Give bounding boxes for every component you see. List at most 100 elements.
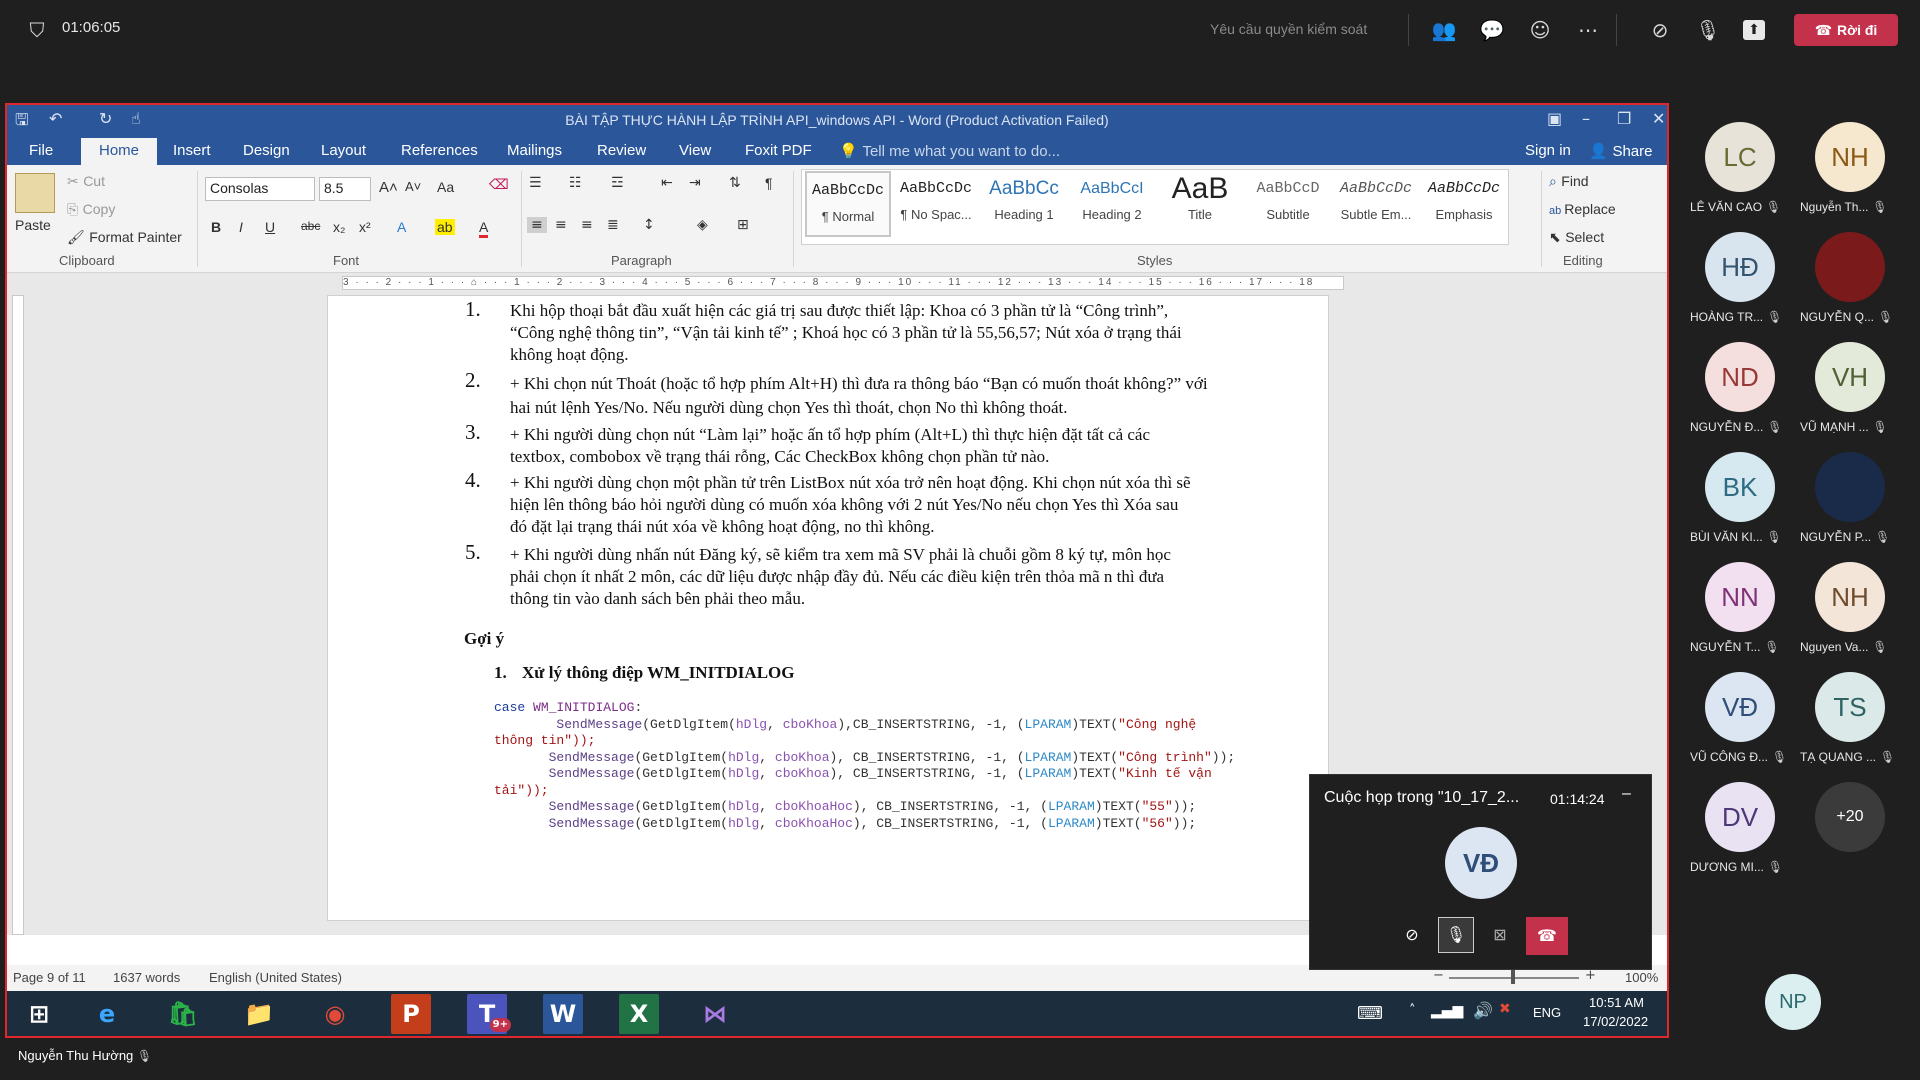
text-effects-icon[interactable]: A: [397, 219, 406, 235]
style-normal[interactable]: AaBbCcDc ¶ Normal: [805, 171, 891, 237]
participant-avatar[interactable]: TS: [1815, 672, 1885, 742]
shading-icon[interactable]: ◈: [697, 217, 708, 233]
leave-button[interactable]: ☎ Rời đi: [1794, 14, 1898, 46]
request-control-button[interactable]: Yêu cầu quyền kiểm soát: [1210, 21, 1367, 37]
copy-button[interactable]: ⎘ Copy: [67, 201, 115, 218]
restore-icon[interactable]: ❐: [1617, 109, 1631, 128]
clock-date[interactable]: 17/02/2022: [1583, 1014, 1648, 1029]
participant-avatar[interactable]: LC: [1705, 122, 1775, 192]
paste-icon[interactable]: [15, 173, 55, 213]
align-right-icon[interactable]: ≡: [581, 217, 593, 233]
decrease-indent-icon[interactable]: ⇤: [661, 175, 673, 191]
style-heading-2[interactable]: AaBbCcI Heading 2: [1069, 171, 1155, 237]
participant-avatar[interactable]: [1815, 232, 1885, 302]
shrink-font-icon[interactable]: A˅: [405, 179, 421, 194]
style-heading-1[interactable]: AaBbCc Heading 1: [981, 171, 1067, 237]
subscript-icon[interactable]: x₂: [333, 219, 345, 235]
tab-layout[interactable]: Layout: [321, 142, 366, 159]
font-size-select[interactable]: 8.5: [319, 177, 371, 201]
style-no-spacing[interactable]: AaBbCcDc ¶ No Spac...: [893, 171, 979, 237]
zoom-slider-thumb[interactable]: [1511, 970, 1515, 984]
tell-me-box[interactable]: 💡 Tell me what you want to do...: [839, 142, 1060, 160]
zoom-in-icon[interactable]: +: [1585, 968, 1596, 983]
font-color-icon[interactable]: A: [479, 219, 489, 238]
underline-icon[interactable]: U: [265, 219, 275, 235]
cut-button[interactable]: ✂ Cut: [67, 173, 105, 190]
touch-mode-icon[interactable]: ☝: [131, 109, 141, 128]
floating-call-window[interactable]: Cuộc họp trong "10_17_2... 01:14:24 – VĐ…: [1309, 774, 1652, 970]
start-icon[interactable]: ⊞: [11, 994, 67, 1034]
tab-design[interactable]: Design: [243, 142, 290, 159]
warning-icon[interactable]: ✖: [1499, 1001, 1511, 1017]
sort-icon[interactable]: ⇅: [729, 175, 741, 191]
more-options-icon[interactable]: ⋯: [1574, 16, 1602, 44]
hang-up-icon[interactable]: ☎: [1526, 917, 1568, 955]
ribbon-display-icon[interactable]: ▣: [1547, 109, 1562, 128]
edge-icon[interactable]: e: [79, 994, 135, 1034]
participant-avatar[interactable]: VH: [1815, 342, 1885, 412]
numbering-icon[interactable]: ☷: [569, 175, 582, 191]
style-subtitle[interactable]: AaBbCcD Subtitle: [1245, 171, 1331, 237]
reactions-icon[interactable]: ☺: [1526, 16, 1554, 44]
find-button[interactable]: ⌕ Find: [1549, 173, 1589, 190]
line-spacing-icon[interactable]: ↕: [643, 217, 655, 233]
participant-avatar[interactable]: NH: [1815, 122, 1885, 192]
tab-mailings[interactable]: Mailings: [507, 142, 562, 159]
camera-off-icon[interactable]: ⊘: [1394, 917, 1430, 953]
participant-avatar[interactable]: HĐ: [1705, 232, 1775, 302]
file-explorer-icon[interactable]: 📁: [231, 994, 287, 1034]
justify-icon[interactable]: ≣: [607, 217, 619, 233]
redo-icon[interactable]: ↻: [99, 109, 112, 128]
italic-icon[interactable]: I: [239, 219, 243, 235]
save-icon[interactable]: 🖫: [15, 109, 29, 136]
participant-avatar[interactable]: [1815, 452, 1885, 522]
highlight-icon[interactable]: ab: [435, 219, 455, 235]
stop-share-icon[interactable]: ⊠: [1482, 917, 1518, 953]
participant-avatar[interactable]: NN: [1705, 562, 1775, 632]
tray-arrow-icon[interactable]: ˄: [1409, 1003, 1416, 1018]
participant-avatar[interactable]: DV: [1705, 782, 1775, 852]
word-icon[interactable]: W: [543, 994, 583, 1034]
minimize-icon[interactable]: –: [1582, 109, 1590, 128]
camera-off-icon[interactable]: ⊘: [1646, 16, 1674, 44]
superscript-icon[interactable]: x²: [359, 219, 371, 235]
bullets-icon[interactable]: ☰: [529, 175, 542, 191]
participant-avatar[interactable]: VĐ: [1705, 672, 1775, 742]
sign-in-link[interactable]: Sign in: [1525, 142, 1571, 159]
strikethrough-icon[interactable]: abc: [301, 219, 320, 233]
visual-studio-icon[interactable]: ⋈: [687, 994, 743, 1034]
volume-icon[interactable]: 🔊: [1473, 1001, 1493, 1020]
clear-formatting-icon[interactable]: ⌫: [489, 177, 509, 193]
chrome-icon[interactable]: ◉: [307, 994, 363, 1034]
tab-insert[interactable]: Insert: [173, 142, 211, 159]
tab-review[interactable]: Review: [597, 142, 646, 159]
undo-icon[interactable]: ↶: [49, 109, 62, 128]
replace-button[interactable]: ab Replace: [1549, 201, 1616, 217]
participant-avatar[interactable]: NH: [1815, 562, 1885, 632]
chat-icon[interactable]: 💬: [1478, 16, 1506, 44]
style-title[interactable]: AaB Title: [1157, 171, 1243, 237]
align-left-icon[interactable]: ≡: [527, 217, 547, 233]
zoom-out-icon[interactable]: −: [1433, 968, 1444, 983]
style-subtle-emphasis[interactable]: AaBbCcDc Subtle Em...: [1333, 171, 1419, 237]
show-formatting-icon[interactable]: ¶: [765, 175, 773, 191]
excel-icon[interactable]: X: [619, 994, 659, 1034]
share-screen-icon[interactable]: ⬆: [1743, 20, 1765, 40]
participant-avatar[interactable]: ND: [1705, 342, 1775, 412]
zoom-level[interactable]: 100%: [1625, 970, 1658, 985]
keyboard-icon[interactable]: ⌨: [1357, 1003, 1383, 1024]
select-button[interactable]: ⬉ Select: [1549, 229, 1604, 246]
share-button[interactable]: 👤 Share: [1589, 142, 1652, 160]
paste-button[interactable]: Paste: [15, 217, 51, 233]
tab-foxit-pdf[interactable]: Foxit PDF: [745, 142, 812, 159]
tab-home[interactable]: Home: [81, 138, 158, 165]
increase-indent-icon[interactable]: ⇥: [689, 175, 701, 191]
network-icon[interactable]: ▂▄▆: [1431, 1003, 1463, 1019]
format-painter-button[interactable]: 🖌 Format Painter: [67, 229, 182, 246]
close-icon[interactable]: ✕: [1652, 109, 1665, 128]
grow-font-icon[interactable]: A˄: [379, 179, 398, 196]
powerpoint-icon[interactable]: P: [391, 994, 431, 1034]
input-language[interactable]: ENG: [1533, 1005, 1561, 1020]
tab-view[interactable]: View: [679, 142, 711, 159]
people-icon[interactable]: 👥: [1430, 16, 1458, 44]
